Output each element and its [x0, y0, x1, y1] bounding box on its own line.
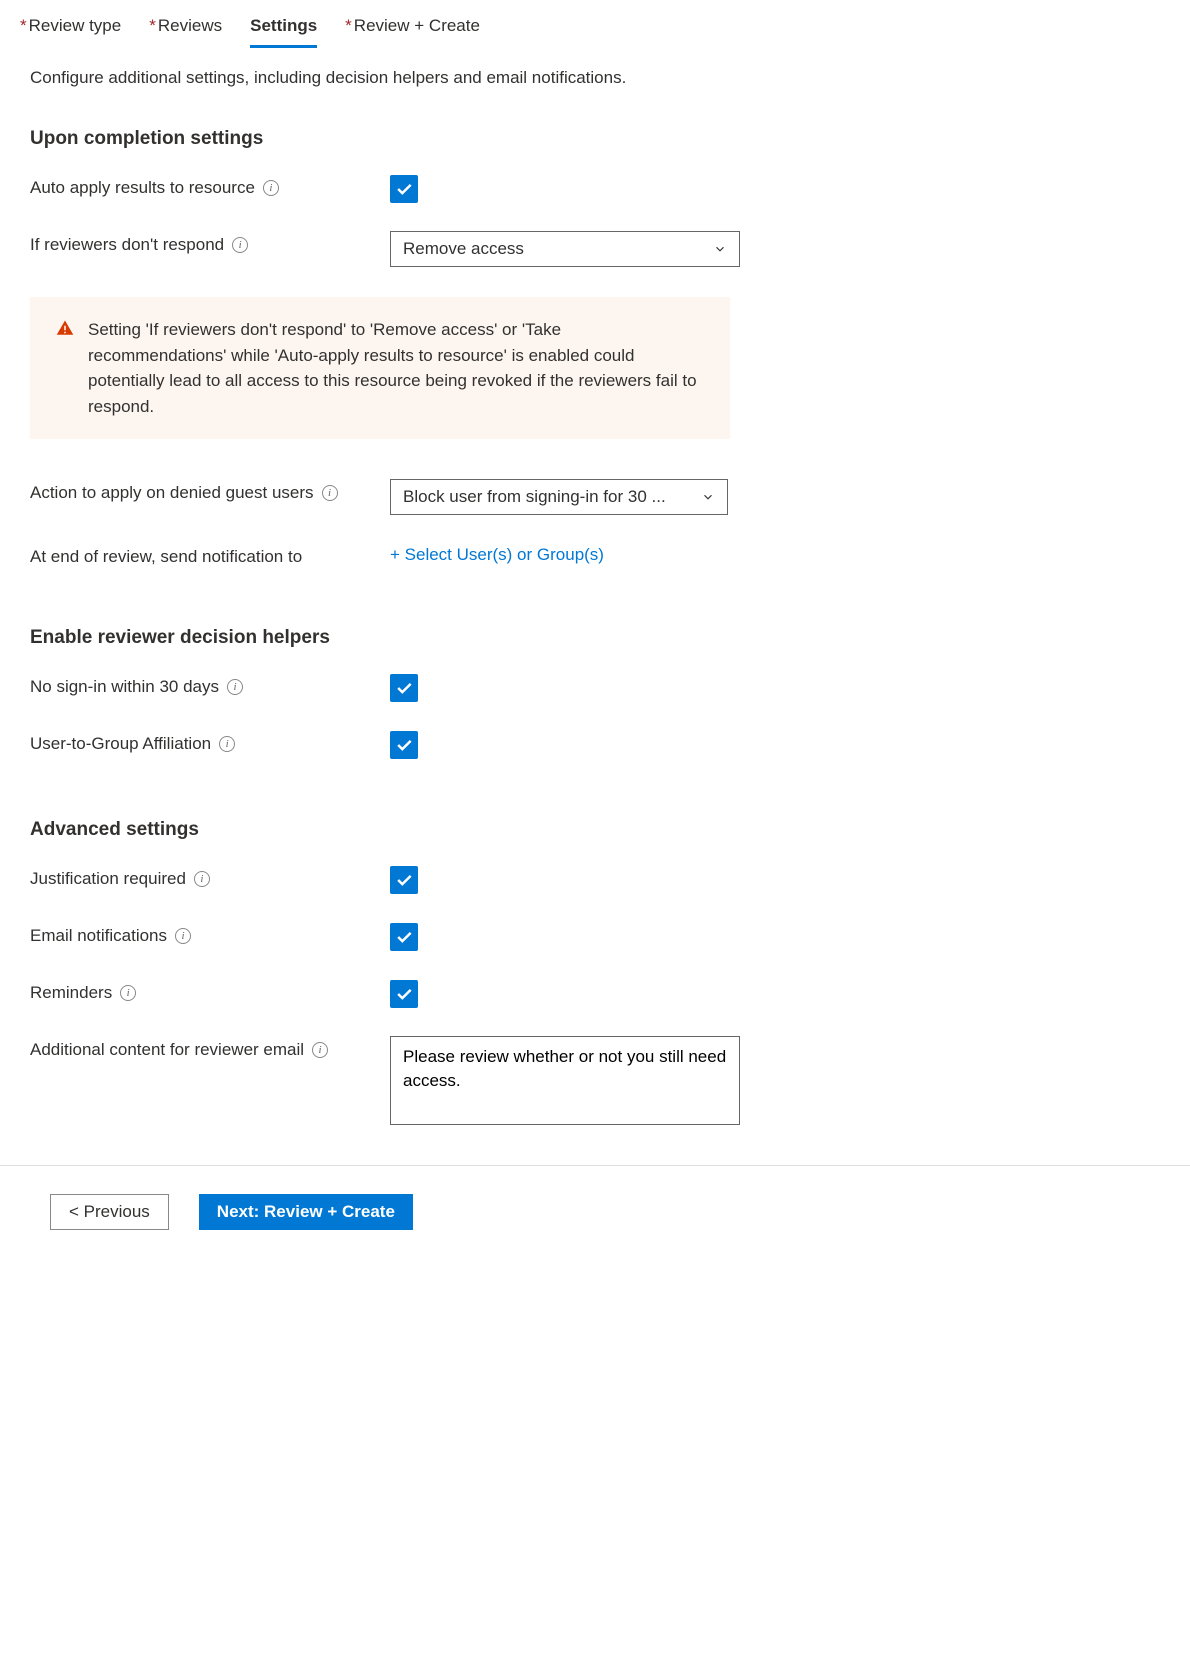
chevron-down-icon	[713, 242, 727, 256]
section-title-helpers: Enable reviewer decision helpers	[30, 627, 1160, 649]
info-icon[interactable]: i	[322, 485, 338, 501]
check-icon	[394, 927, 414, 947]
warning-box: Setting 'If reviewers don't respond' to …	[30, 297, 730, 439]
if-no-respond-label: If reviewers don't respond i	[30, 231, 390, 255]
no-signin-label: No sign-in within 30 days i	[30, 673, 390, 697]
additional-content-label: Additional content for reviewer email i	[30, 1036, 390, 1060]
info-icon[interactable]: i	[219, 736, 235, 752]
tab-settings[interactable]: Settings	[250, 10, 317, 46]
affiliation-checkbox[interactable]	[390, 731, 418, 759]
denied-guest-label: Action to apply on denied guest users i	[30, 479, 390, 503]
if-no-respond-dropdown[interactable]: Remove access	[390, 231, 740, 267]
previous-button[interactable]: < Previous	[50, 1194, 169, 1230]
auto-apply-label: Auto apply results to resource i	[30, 174, 390, 198]
affiliation-label: User-to-Group Affiliation i	[30, 730, 390, 754]
info-icon[interactable]: i	[194, 871, 210, 887]
info-icon[interactable]: i	[232, 237, 248, 253]
denied-guest-dropdown[interactable]: Block user from signing-in for 30 ...	[390, 479, 728, 515]
no-signin-checkbox[interactable]	[390, 674, 418, 702]
info-icon[interactable]: i	[312, 1042, 328, 1058]
chevron-down-icon	[701, 490, 715, 504]
warning-icon	[56, 319, 74, 337]
justification-checkbox[interactable]	[390, 866, 418, 894]
footer-bar: < Previous Next: Review + Create	[0, 1166, 1190, 1258]
reminders-label: Reminders i	[30, 979, 390, 1003]
additional-content-input[interactable]	[390, 1036, 740, 1125]
section-title-advanced: Advanced settings	[30, 819, 1160, 841]
section-title-completion: Upon completion settings	[30, 128, 1160, 150]
tab-reviews[interactable]: *Reviews	[149, 10, 222, 46]
info-icon[interactable]: i	[227, 679, 243, 695]
tab-review-create[interactable]: *Review + Create	[345, 10, 480, 46]
info-icon[interactable]: i	[120, 985, 136, 1001]
check-icon	[394, 678, 414, 698]
info-icon[interactable]: i	[175, 928, 191, 944]
check-icon	[394, 984, 414, 1004]
auto-apply-checkbox[interactable]	[390, 175, 418, 203]
check-icon	[394, 870, 414, 890]
check-icon	[394, 735, 414, 755]
select-users-link[interactable]: + Select User(s) or Group(s)	[390, 543, 604, 565]
tab-review-type[interactable]: *Review type	[20, 10, 121, 46]
reminders-checkbox[interactable]	[390, 980, 418, 1008]
info-icon[interactable]: i	[263, 180, 279, 196]
warning-text: Setting 'If reviewers don't respond' to …	[88, 317, 704, 419]
check-icon	[394, 179, 414, 199]
notify-label: At end of review, send notification to	[30, 543, 390, 567]
email-notif-label: Email notifications i	[30, 922, 390, 946]
next-button[interactable]: Next: Review + Create	[199, 1194, 413, 1230]
page-description: Configure additional settings, including…	[30, 68, 1160, 88]
justification-label: Justification required i	[30, 865, 390, 889]
email-notif-checkbox[interactable]	[390, 923, 418, 951]
tabs-bar: *Review type *Reviews Settings *Review +…	[20, 10, 1160, 46]
